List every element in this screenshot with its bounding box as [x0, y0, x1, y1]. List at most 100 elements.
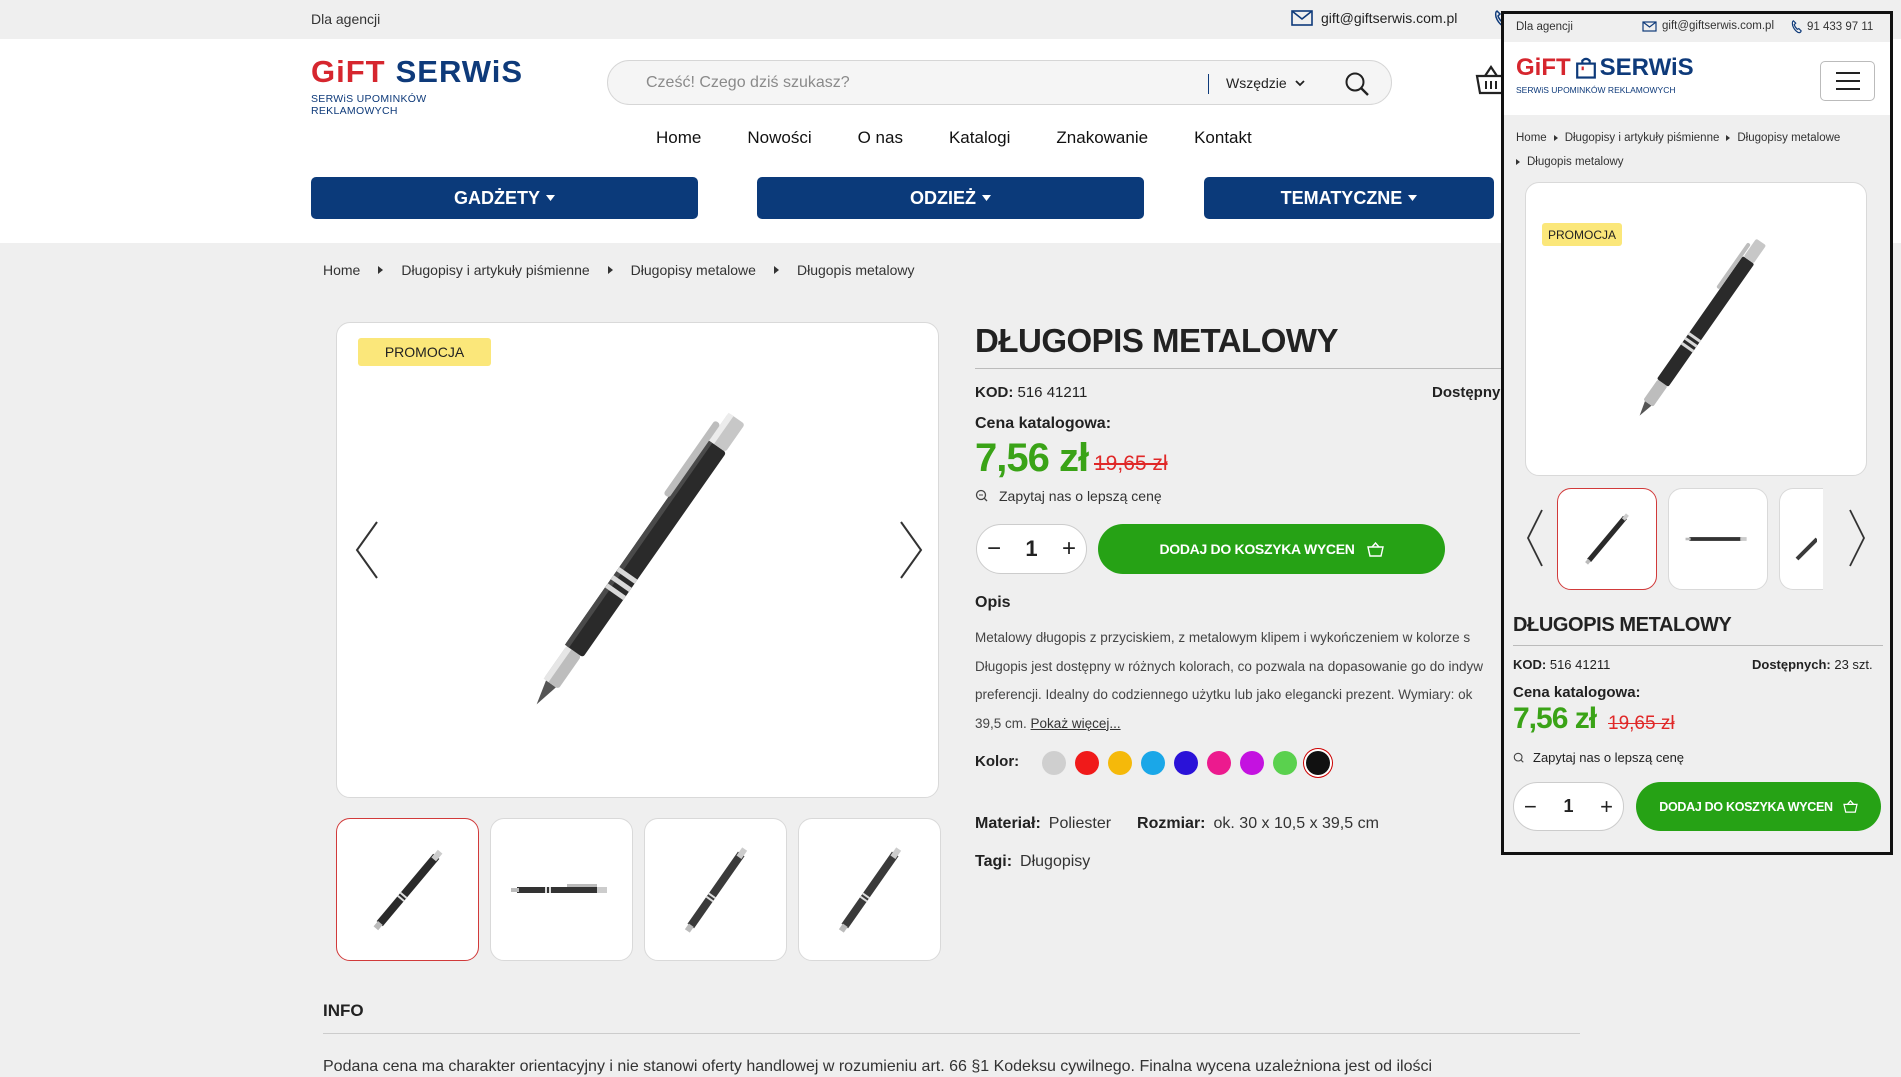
price-current: 7,56 zł	[975, 436, 1089, 480]
color-swatch-selected[interactable]	[1306, 751, 1330, 775]
nav-kontakt[interactable]: Kontakt	[1194, 128, 1252, 148]
nav-o-nas[interactable]: O nas	[858, 128, 903, 148]
quantity-value[interactable]: 1	[1563, 796, 1573, 817]
color-swatch[interactable]	[1042, 751, 1066, 775]
add-to-cart-button[interactable]: DODAJ DO KOSZYKA WYCEN	[1098, 524, 1445, 574]
thumbnail-2[interactable]	[490, 818, 633, 961]
breadcrumb-item[interactable]: Home	[323, 262, 360, 278]
pen-thumbnail-image	[510, 883, 607, 893]
gallery-next-icon[interactable]	[897, 520, 925, 580]
tag-link[interactable]: Długopisy	[1020, 853, 1090, 870]
breadcrumb-item[interactable]: Długopisy metalowe	[1737, 132, 1840, 144]
pen-thumbnail-image	[838, 846, 901, 933]
breadcrumb-separator	[1726, 135, 1731, 141]
material-label: Materiał:	[975, 815, 1041, 832]
minus-button[interactable]: −	[987, 535, 1001, 563]
pen-thumbnail-image	[684, 846, 747, 933]
caret-down-icon	[982, 195, 991, 201]
breadcrumb-current: Długopis metalowy	[1527, 156, 1624, 168]
code-label: KOD:	[975, 384, 1014, 401]
stock-label: Dostępny	[1432, 384, 1501, 401]
breadcrumb-item[interactable]: Długopisy metalowe	[631, 262, 756, 278]
search-icon[interactable]	[1343, 70, 1371, 98]
hamburger-menu-icon[interactable]	[1820, 61, 1875, 101]
bag-logo-icon	[1575, 57, 1596, 79]
mobile-phone-link[interactable]: 91 433 97 11	[1791, 20, 1873, 34]
site-logo[interactable]: GiFT SERWiS SERWiS UPOMINKÓW REKLAMOWYCH	[311, 55, 522, 117]
ask-better-price-link[interactable]: Zapytaj nas o lepszą cenę	[975, 488, 1162, 504]
search-bar[interactable]: Cześć! Czego dziś szukasz? Wszędzie	[607, 60, 1392, 105]
mail-icon	[1642, 20, 1657, 32]
gallery-prev-icon[interactable]	[1525, 508, 1545, 568]
gallery-thumbnails	[336, 818, 941, 961]
thumbnail-1[interactable]	[336, 818, 479, 961]
stock-label: Dostępnych:	[1752, 657, 1831, 672]
pen-thumbnail-image	[1685, 537, 1747, 541]
thumbnail-3[interactable]	[644, 818, 787, 961]
size-label: Rozmiar:	[1137, 815, 1206, 832]
chat-icon	[1513, 752, 1524, 763]
mobile-top-bar: Dla agencji gift@giftserwis.com.pl 91 43…	[1504, 14, 1890, 42]
breadcrumb-separator	[1516, 159, 1520, 165]
ask-better-price-text: Zapytaj nas o lepszą cenę	[999, 488, 1162, 504]
size-attribute: Rozmiar: ok. 30 x 10,5 x 39,5 cm	[1137, 815, 1379, 833]
mobile-logo[interactable]: GiFT SERWiS SERWiS UPOMINKÓW REKLAMOWYCH	[1516, 54, 1694, 96]
category-odziez-button[interactable]: ODZIEŻ	[757, 177, 1144, 219]
add-to-cart-label: DODAJ DO KOSZYKA WYCEN	[1159, 541, 1355, 557]
breadcrumb-item[interactable]: Home	[1516, 132, 1547, 144]
category-gadzety-button[interactable]: GADŻETY	[311, 177, 698, 219]
nav-home[interactable]: Home	[656, 128, 701, 148]
mobile-preview-panel: Dla agencji gift@giftserwis.com.pl 91 43…	[1501, 11, 1893, 855]
mobile-ask-better-price-link[interactable]: Zapytaj nas o lepszą cenę	[1513, 750, 1684, 765]
breadcrumb-separator	[1553, 135, 1558, 141]
breadcrumb-separator	[607, 266, 613, 274]
color-swatch[interactable]	[1207, 751, 1231, 775]
plus-button[interactable]: +	[1062, 535, 1076, 563]
size-value: ok. 30 x 10,5 x 39,5 cm	[1213, 815, 1379, 832]
product-tags: Tagi: Długopisy	[975, 853, 1090, 871]
product-image[interactable]	[1526, 183, 1867, 476]
thumbnail-4[interactable]	[798, 818, 941, 961]
color-swatch[interactable]	[1240, 751, 1264, 775]
tags-label: Tagi:	[975, 853, 1013, 870]
gallery-next-icon[interactable]	[1847, 508, 1867, 568]
basket-icon	[1842, 800, 1858, 813]
nav-nowosci[interactable]: Nowości	[747, 128, 811, 148]
plus-button[interactable]: +	[1600, 794, 1613, 820]
gallery-prev-icon[interactable]	[353, 520, 381, 580]
thumbnail-3[interactable]	[1779, 488, 1823, 590]
thumbnail-1[interactable]	[1557, 488, 1657, 590]
search-scope-select[interactable]: Wszędzie	[1226, 75, 1305, 91]
color-swatch[interactable]	[1273, 751, 1297, 775]
mobile-agency-link[interactable]: Dla agencji	[1516, 21, 1573, 33]
logo-serwis: SERWiS	[395, 54, 524, 89]
title-divider	[1513, 645, 1883, 646]
color-swatch[interactable]	[1075, 751, 1099, 775]
search-input[interactable]: Cześć! Czego dziś szukasz?	[646, 74, 850, 92]
quantity-value[interactable]: 1	[1025, 536, 1037, 562]
search-divider	[1208, 74, 1209, 94]
info-heading: INFO	[323, 1001, 364, 1020]
info-divider	[323, 1033, 1580, 1034]
email-link[interactable]: gift@giftserwis.com.pl	[1291, 10, 1457, 26]
mobile-price-current: 7,56 zł	[1513, 702, 1597, 735]
breadcrumb-item[interactable]: Długopisy i artykuły piśmienne	[401, 262, 589, 278]
price-label: Cena katalogowa:	[975, 415, 1112, 432]
breadcrumb-item[interactable]: Długopisy i artykuły piśmienne	[1565, 132, 1720, 144]
agency-link[interactable]: Dla agencji	[311, 11, 380, 27]
mobile-email-link[interactable]: gift@giftserwis.com.pl	[1642, 20, 1774, 32]
product-image[interactable]	[337, 323, 939, 798]
email-text: gift@giftserwis.com.pl	[1321, 10, 1458, 26]
mobile-email-text: gift@giftserwis.com.pl	[1662, 20, 1775, 32]
color-swatch[interactable]	[1174, 751, 1198, 775]
thumbnail-2[interactable]	[1668, 488, 1768, 590]
mobile-add-to-cart-button[interactable]: DODAJ DO KOSZYKA WYCEN	[1636, 782, 1881, 831]
color-swatch[interactable]	[1108, 751, 1132, 775]
show-more-link[interactable]: Pokaż więcej...	[1031, 716, 1121, 731]
nav-znakowanie[interactable]: Znakowanie	[1056, 128, 1148, 148]
category-tematyczne-button[interactable]: TEMATYCZNE	[1204, 177, 1494, 219]
color-swatch[interactable]	[1141, 751, 1165, 775]
nav-katalogi[interactable]: Katalogi	[949, 128, 1010, 148]
logo-serwis: SERWiS	[1599, 54, 1694, 81]
minus-button[interactable]: −	[1524, 794, 1537, 820]
